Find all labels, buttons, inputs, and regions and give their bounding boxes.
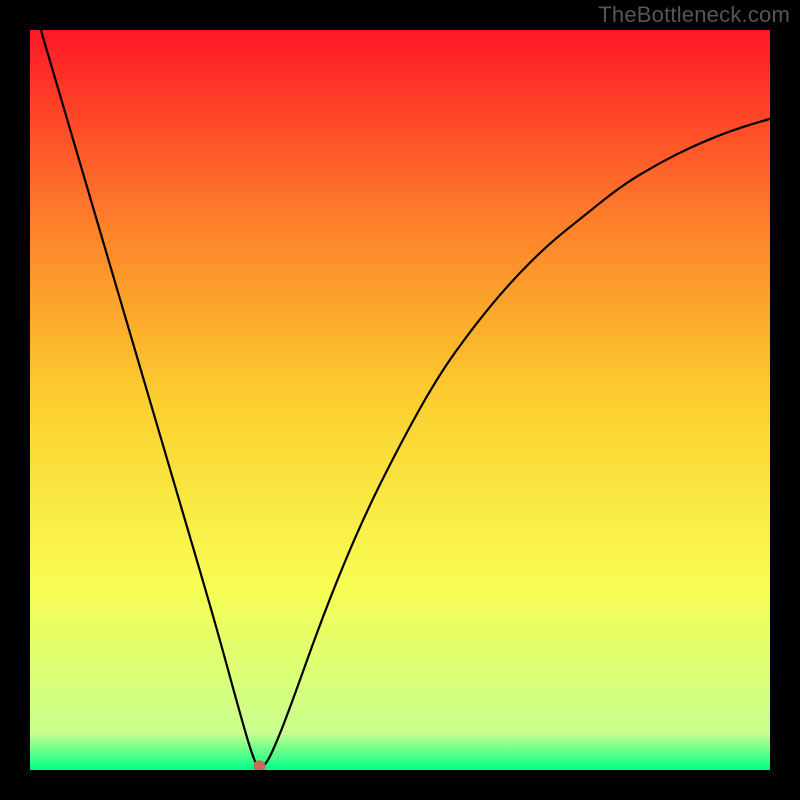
chart-background (30, 30, 770, 770)
chart-svg (30, 30, 770, 770)
watermark-text: TheBottleneck.com (598, 2, 790, 28)
outer-frame: TheBottleneck.com (0, 0, 800, 800)
chart-plot-area (30, 30, 770, 770)
